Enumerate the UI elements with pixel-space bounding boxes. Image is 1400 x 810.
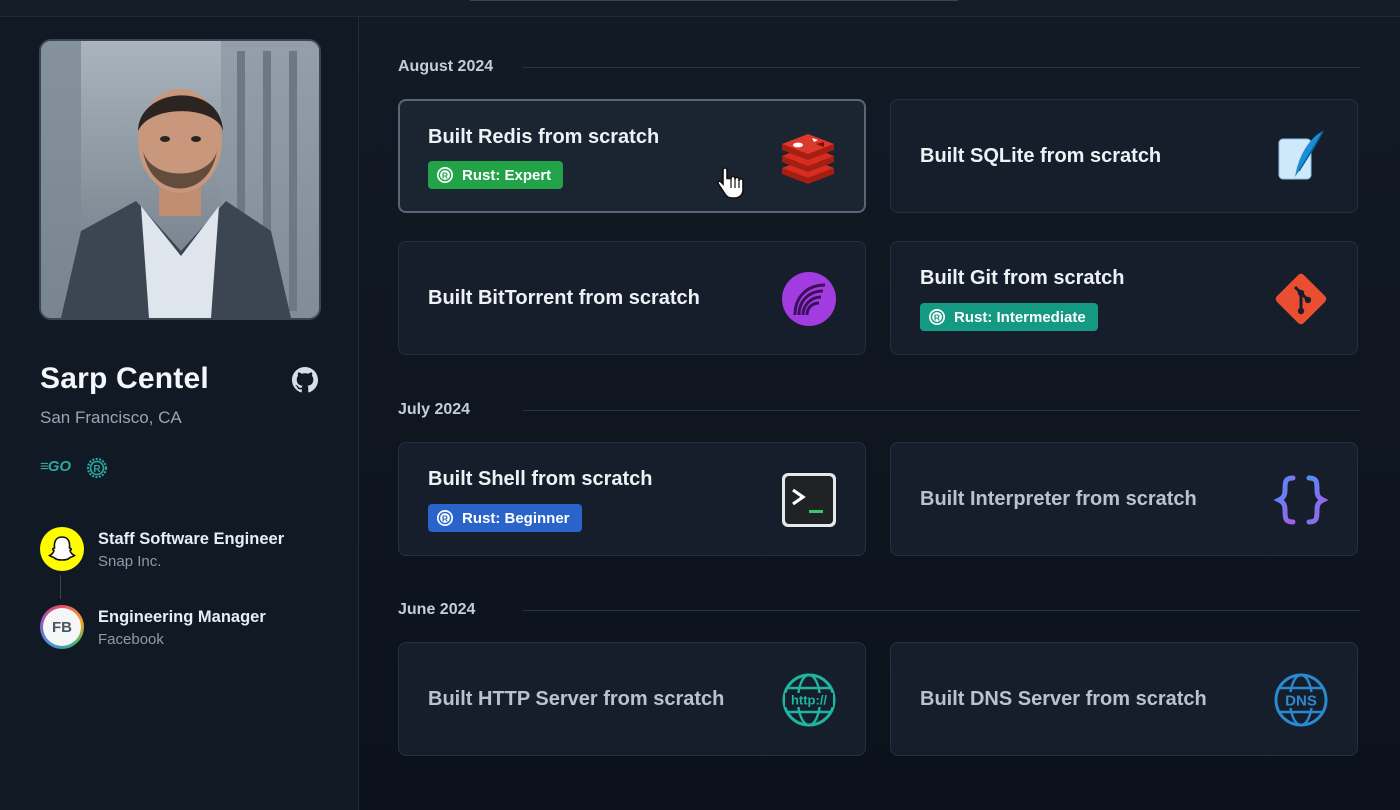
card-title: Built SQLite from scratch <box>920 145 1162 167</box>
badge-label: Rust: Intermediate <box>954 308 1086 326</box>
card-title: Built HTTP Server from scratch <box>428 688 725 710</box>
github-icon[interactable] <box>292 367 318 393</box>
rust-beginner-badge: R Rust: Beginner <box>428 504 582 532</box>
facebook-logo-icon: FB <box>40 605 84 649</box>
sqlite-icon <box>1273 129 1329 185</box>
card-title: Built Shell from scratch <box>428 468 653 490</box>
svg-text:R: R <box>934 312 940 322</box>
job-title: Staff Software Engineer <box>98 530 285 548</box>
section-label-august-2024: August 2024 <box>398 58 494 75</box>
job-entry: FB Engineering Manager Facebook <box>40 605 340 653</box>
top-bar <box>0 0 1400 17</box>
svg-text:R: R <box>442 170 448 180</box>
project-card-dns-server[interactable]: Built DNS Server from scratch DNS <box>890 642 1358 756</box>
avatar <box>39 39 321 320</box>
snapchat-logo-icon <box>40 527 84 571</box>
project-card-bittorrent[interactable]: Built BitTorrent from scratch <box>398 241 866 355</box>
badge-label: Rust: Beginner <box>462 509 570 527</box>
section-divider <box>523 410 1360 411</box>
job-title: Engineering Manager <box>98 608 266 626</box>
card-title: Built BitTorrent from scratch <box>428 287 700 309</box>
project-card-sqlite[interactable]: Built SQLite from scratch <box>890 99 1358 213</box>
badge-label: Rust: Expert <box>462 166 552 184</box>
svg-text:R: R <box>93 464 101 475</box>
dns-icon-text: DNS <box>1285 693 1317 710</box>
section-divider <box>523 67 1360 68</box>
http-globe-icon: http:// <box>781 672 837 728</box>
section-label-june-2024: June 2024 <box>398 601 476 618</box>
rust-expert-badge: R Rust: Expert <box>428 161 564 189</box>
profile-name: Sarp Centel <box>40 362 209 395</box>
job-timeline-connector <box>60 575 61 599</box>
card-title: Built Redis from scratch <box>428 126 660 148</box>
svg-text:R: R <box>442 513 448 523</box>
project-card-http-server[interactable]: Built HTTP Server from scratch http:// <box>398 642 866 756</box>
card-title: Built Interpreter from scratch <box>920 488 1197 510</box>
profile-location: San Francisco, CA <box>40 408 182 427</box>
card-title: Built Git from scratch <box>920 267 1125 289</box>
http-icon-text: http:// <box>791 693 827 708</box>
git-icon <box>1273 271 1329 327</box>
go-label: GO <box>47 458 72 475</box>
project-card-git[interactable]: Built Git from scratch R Rust: Intermedi… <box>890 241 1358 355</box>
project-card-redis[interactable]: Built Redis from scratch R Rust: Expert <box>398 99 866 213</box>
job-company: Snap Inc. <box>98 553 162 570</box>
job-entry: Staff Software Engineer Snap Inc. <box>40 527 340 575</box>
hand-cursor-icon <box>716 166 746 200</box>
section-label-july-2024: July 2024 <box>398 401 471 418</box>
project-card-interpreter[interactable]: Built Interpreter from scratch <box>890 442 1358 556</box>
terminal-icon <box>781 472 837 528</box>
redis-icon <box>780 130 836 186</box>
braces-icon <box>1273 472 1329 528</box>
section-divider <box>523 610 1360 611</box>
facebook-logo-text: FB <box>52 618 72 636</box>
project-card-shell[interactable]: Built Shell from scratch R Rust: Beginne… <box>398 442 866 556</box>
job-company: Facebook <box>98 631 164 648</box>
top-bar-tab-indicator <box>470 0 958 1</box>
card-title: Built DNS Server from scratch <box>920 688 1207 710</box>
go-icon: ≡GO <box>40 458 72 475</box>
rust-intermediate-badge: R Rust: Intermediate <box>920 303 1098 331</box>
rust-icon: R <box>437 510 453 526</box>
facebook-logo-inner: FB <box>43 608 81 646</box>
rust-icon: R <box>437 167 453 183</box>
bittorrent-icon <box>781 271 837 327</box>
rust-icon: R <box>86 457 108 479</box>
rust-icon: R <box>929 309 945 325</box>
dns-globe-icon: DNS <box>1273 672 1329 728</box>
